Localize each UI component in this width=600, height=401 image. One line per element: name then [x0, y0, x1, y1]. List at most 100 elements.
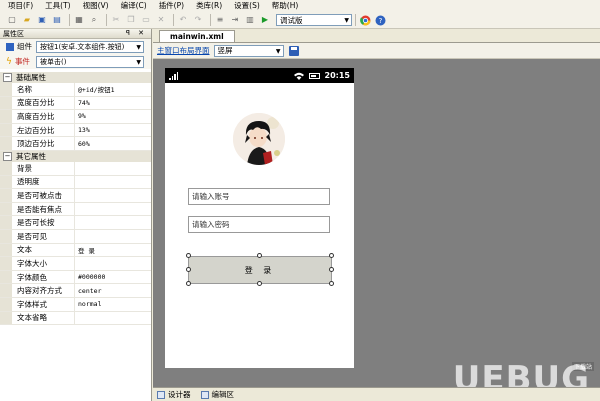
- browser-icon[interactable]: [359, 14, 371, 26]
- menu-help[interactable]: 帮助(H): [272, 0, 299, 12]
- property-value[interactable]: 60%: [75, 137, 151, 150]
- property-row[interactable]: 背景: [0, 161, 151, 176]
- find-icon[interactable]: ⌕: [88, 14, 100, 26]
- toolbar: ▢ ▰ ▣ ▤ ▦ ⌕ ✂ ❐ ▭ ✕ ↶ ↷ ≡ ⇥ ▥ ▶ 调试版 ▼ ?: [0, 12, 600, 29]
- property-row[interactable]: 宽度百分比 74%: [0, 96, 151, 111]
- resize-handle[interactable]: [186, 281, 191, 286]
- resize-handle[interactable]: [329, 267, 334, 272]
- property-key: 左边百分比: [0, 123, 75, 137]
- login-button[interactable]: 登 录: [188, 256, 332, 284]
- property-row[interactable]: 是否可被点击: [0, 189, 151, 203]
- property-row[interactable]: 名称 @+id/按钮1: [0, 83, 151, 97]
- avatar[interactable]: [233, 113, 285, 165]
- build-mode-select[interactable]: 调试版 ▼: [276, 14, 352, 26]
- menu-compile[interactable]: 编译(C): [121, 0, 147, 12]
- cut-icon[interactable]: ✂: [110, 14, 122, 26]
- resize-handle[interactable]: [329, 253, 334, 258]
- property-value[interactable]: 9%: [75, 110, 151, 123]
- property-value[interactable]: [75, 203, 151, 216]
- build-icon[interactable]: ▥: [244, 14, 256, 26]
- collapse-icon[interactable]: −: [3, 73, 12, 82]
- property-value[interactable]: normal: [75, 298, 151, 311]
- new-file-icon[interactable]: ▢: [6, 14, 18, 26]
- property-value[interactable]: [75, 162, 151, 175]
- property-row[interactable]: 顶边百分比 60%: [0, 137, 151, 151]
- menu-library[interactable]: 类库(R): [196, 0, 222, 12]
- orientation-select[interactable]: 竖屏 ▼: [213, 44, 284, 57]
- tab-designer[interactable]: 设计器: [157, 389, 191, 400]
- event-bolt-icon: ϟ: [6, 56, 12, 67]
- account-input[interactable]: 请输入账号: [188, 188, 330, 205]
- property-value[interactable]: [75, 189, 151, 202]
- property-value[interactable]: [75, 216, 151, 229]
- property-row[interactable]: 是否可见: [0, 229, 151, 244]
- editor-icon: [200, 390, 209, 399]
- property-row[interactable]: 高度百分比 9%: [0, 110, 151, 124]
- property-row[interactable]: 文本登 录: [0, 243, 151, 258]
- property-value[interactable]: [75, 230, 151, 243]
- menu-tools[interactable]: 工具(T): [45, 0, 70, 12]
- menu-settings[interactable]: 设置(S): [234, 0, 260, 12]
- property-value[interactable]: #000000: [75, 271, 151, 284]
- designer-area: mainwin.xml 主窗口布局界面 竖屏 ▼ 20:15 请输入账号 请输入…: [153, 29, 600, 401]
- property-row[interactable]: 透明度: [0, 175, 151, 190]
- group-basic[interactable]: − 基础属性: [0, 72, 151, 83]
- property-value[interactable]: 74%: [75, 97, 151, 110]
- paste-icon[interactable]: ▭: [140, 14, 152, 26]
- tab-mainwin[interactable]: mainwin.xml: [159, 30, 235, 42]
- property-key: 是否能有焦点: [0, 202, 75, 216]
- redo-icon[interactable]: ↷: [192, 14, 204, 26]
- component-select[interactable]: 按钮1(安卓.文本组件.按钮) ▼: [36, 40, 144, 53]
- resize-handle[interactable]: [257, 281, 262, 286]
- property-row[interactable]: 字体样式 normal: [0, 297, 151, 312]
- tab-editor[interactable]: 编辑区: [200, 389, 234, 400]
- pin-close-icons[interactable]: ꟼ ✕: [126, 29, 147, 37]
- property-row[interactable]: 字体大小: [0, 257, 151, 271]
- indent-icon[interactable]: ⇥: [229, 14, 241, 26]
- property-value[interactable]: [75, 312, 151, 325]
- save-icon[interactable]: ▣: [36, 14, 48, 26]
- property-value[interactable]: 登 录: [75, 244, 151, 257]
- property-row[interactable]: 文本省略: [0, 311, 151, 326]
- save-layout-icon[interactable]: [288, 45, 299, 56]
- component-value: 按钮1(安卓.文本组件.按钮): [40, 42, 125, 51]
- menu-plugins[interactable]: 插件(P): [159, 0, 184, 12]
- copy-icon[interactable]: ❐: [125, 14, 137, 26]
- menu-bar: 项目(F) 工具(T) 视图(V) 编译(C) 插件(P) 类库(R) 设置(S…: [0, 0, 600, 12]
- group-other[interactable]: − 其它属性: [0, 150, 151, 162]
- run-icon[interactable]: ▶: [259, 14, 271, 26]
- property-value[interactable]: [75, 176, 151, 189]
- resize-handle[interactable]: [257, 253, 262, 258]
- collapse-icon[interactable]: −: [3, 151, 12, 161]
- property-key: 是否可见: [0, 229, 75, 243]
- property-row[interactable]: 左边百分比 13%: [0, 123, 151, 138]
- help-icon[interactable]: ?: [374, 14, 386, 26]
- delete-icon[interactable]: ✕: [155, 14, 167, 26]
- resize-handle[interactable]: [329, 281, 334, 286]
- bottom-tabs: 设计器 编辑区: [153, 387, 600, 401]
- password-input[interactable]: 请输入密码: [188, 216, 330, 233]
- menu-view[interactable]: 视图(V): [83, 0, 109, 12]
- resize-handle[interactable]: [186, 253, 191, 258]
- open-folder-icon[interactable]: ▰: [21, 14, 33, 26]
- save-all-icon[interactable]: ▤: [51, 14, 63, 26]
- undo-icon[interactable]: ↶: [177, 14, 189, 26]
- property-value[interactable]: 13%: [75, 124, 151, 137]
- property-value[interactable]: [75, 257, 151, 270]
- property-row[interactable]: 字体颜色 #000000: [0, 270, 151, 285]
- property-row[interactable]: 是否能有焦点: [0, 202, 151, 217]
- property-key: 顶边百分比: [0, 137, 75, 150]
- property-key: 高度百分比: [0, 110, 75, 123]
- property-row[interactable]: 内容对齐方式 center: [0, 284, 151, 298]
- menu-project[interactable]: 项目(F): [8, 0, 33, 12]
- property-row[interactable]: 是否可长按: [0, 216, 151, 230]
- main-layout-link[interactable]: 主窗口布局界面: [157, 45, 210, 56]
- property-value[interactable]: center: [75, 284, 151, 297]
- print-preview-icon[interactable]: ▦: [73, 14, 85, 26]
- event-select[interactable]: 被单击() ▼: [36, 55, 144, 68]
- resize-handle[interactable]: [186, 267, 191, 272]
- property-key: 字体颜色: [0, 270, 75, 284]
- property-value[interactable]: @+id/按钮1: [75, 83, 151, 96]
- align-icon[interactable]: ≡: [214, 14, 226, 26]
- designer-icon: [157, 390, 165, 399]
